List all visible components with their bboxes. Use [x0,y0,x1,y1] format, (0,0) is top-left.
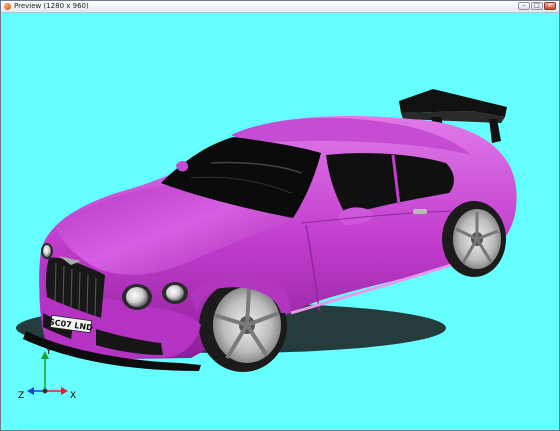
maximize-button[interactable]: □ [531,2,543,10]
close-button[interactable]: × [544,2,556,10]
axis-y-label: Y [45,347,52,357]
3d-viewport[interactable]: SC07 LND Y X Z [1,13,559,430]
preview-window: Preview (1280 x 960) – □ × SC07 LND Y X … [0,0,560,431]
maximize-icon: □ [534,2,540,9]
close-icon: × [547,2,553,9]
window-controls: – □ × [518,2,556,10]
axis-x-label: X [70,391,76,401]
axis-z-label: Z [18,391,24,401]
preview-app-icon[interactable] [4,3,11,10]
axis-gizmo: Y X Z [18,347,76,401]
rear-wheel [442,201,506,277]
title-bar[interactable]: Preview (1280 x 960) – □ × [1,1,559,13]
window-title: Preview (1280 x 960) [14,2,89,10]
minimize-button[interactable]: – [518,2,530,10]
minimize-icon: – [522,2,526,9]
